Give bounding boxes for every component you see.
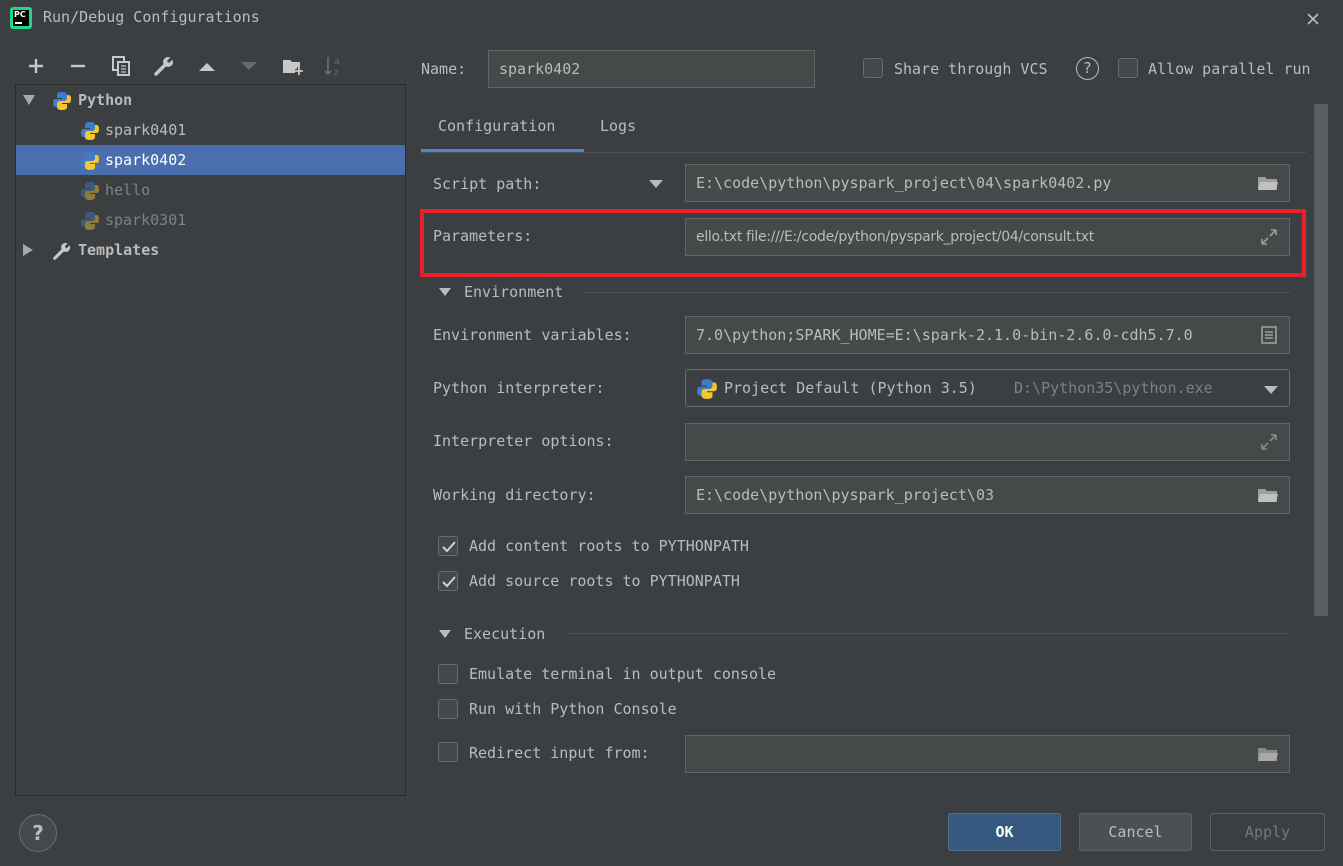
close-icon bbox=[1307, 13, 1319, 25]
svg-text:z: z bbox=[334, 68, 339, 78]
minus-icon bbox=[71, 64, 85, 68]
tree-item-label: hello bbox=[105, 181, 151, 199]
python-icon bbox=[81, 212, 99, 230]
python-icon bbox=[53, 92, 71, 110]
env-vars-label: Environment variables: bbox=[433, 326, 632, 344]
tab-configuration[interactable]: Configuration bbox=[421, 106, 584, 153]
working-dir-input[interactable]: E:\code\python\pyspark_project\03 bbox=[685, 476, 1290, 514]
arrow-up-icon bbox=[199, 63, 215, 71]
configurations-tree[interactable]: Python spark0401 spark0402 hello spark03… bbox=[15, 84, 406, 796]
dropdown-arrow-icon[interactable] bbox=[1263, 384, 1279, 396]
vcs-help-icon[interactable]: ? bbox=[1076, 57, 1099, 80]
pycharm-logo-icon: PC bbox=[10, 7, 32, 29]
emulate-terminal-label: Emulate terminal in output console bbox=[469, 665, 777, 683]
name-input[interactable]: spark0402 bbox=[488, 50, 815, 88]
interp-options-input[interactable] bbox=[685, 423, 1290, 461]
run-with-console-label: Run with Python Console bbox=[469, 700, 677, 718]
create-folder-button[interactable] bbox=[279, 52, 307, 80]
sort-alphabetically-button[interactable]: a z bbox=[320, 52, 348, 80]
cancel-button[interactable]: Cancel bbox=[1079, 813, 1192, 851]
expand-arrow-down-icon[interactable] bbox=[22, 94, 36, 106]
apply-button[interactable]: Apply bbox=[1210, 813, 1325, 851]
add-source-roots-label: Add source roots to PYTHONPATH bbox=[469, 572, 740, 590]
python-icon bbox=[81, 152, 99, 170]
tree-item-hello[interactable]: hello bbox=[16, 175, 405, 205]
name-label: Name: bbox=[421, 60, 467, 78]
move-up-button[interactable] bbox=[193, 52, 221, 80]
tree-item-spark0301[interactable]: spark0301 bbox=[16, 205, 405, 235]
svg-text:a: a bbox=[334, 57, 340, 67]
python-icon bbox=[81, 122, 99, 140]
redirect-input-label: Redirect input from: bbox=[469, 744, 650, 762]
wrench-icon bbox=[154, 55, 175, 76]
tree-item-python[interactable]: Python bbox=[16, 85, 405, 115]
script-path-label: Script path: bbox=[433, 175, 542, 193]
share-vcs-label: Share through VCS bbox=[894, 60, 1048, 78]
tree-item-templates[interactable]: Templates bbox=[16, 235, 405, 265]
section-divider bbox=[584, 292, 1290, 293]
folder-icon[interactable] bbox=[1257, 745, 1279, 763]
tree-templates-label: Templates bbox=[78, 241, 160, 259]
allow-parallel-label: Allow parallel run bbox=[1148, 60, 1311, 78]
ok-button[interactable]: OK bbox=[948, 813, 1061, 851]
tree-item-label: spark0402 bbox=[105, 151, 187, 169]
window-title: Run/Debug Configurations bbox=[43, 8, 260, 26]
add-configuration-button[interactable] bbox=[22, 52, 50, 80]
section-divider bbox=[567, 633, 1290, 634]
collapse-arrow-icon[interactable] bbox=[438, 287, 452, 297]
env-vars-input[interactable]: 7.0\python;SPARK_HOME=E:\spark-2.1.0-bin… bbox=[685, 316, 1290, 354]
emulate-terminal-checkbox[interactable] bbox=[438, 664, 458, 684]
tree-item-label: spark0401 bbox=[105, 121, 187, 139]
wrench-icon bbox=[53, 241, 72, 260]
share-vcs-checkbox[interactable] bbox=[863, 58, 883, 78]
redirect-input-field[interactable] bbox=[685, 735, 1290, 773]
tree-python-label: Python bbox=[78, 91, 133, 109]
checkmark-icon bbox=[442, 576, 456, 588]
add-content-roots-checkbox[interactable] bbox=[438, 536, 458, 556]
run-with-console-checkbox[interactable] bbox=[438, 699, 458, 719]
checkmark-icon bbox=[442, 541, 456, 553]
allow-parallel-checkbox[interactable] bbox=[1118, 58, 1138, 78]
move-down-button[interactable] bbox=[235, 52, 263, 80]
title-bar: PC Run/Debug Configurations bbox=[0, 0, 1343, 36]
tree-item-spark0401[interactable]: spark0401 bbox=[16, 115, 405, 145]
script-path-dropdown-icon[interactable] bbox=[648, 178, 664, 190]
copy-configuration-button[interactable] bbox=[107, 52, 135, 80]
script-path-input[interactable]: E:\code\python\pyspark_project\04\spark0… bbox=[685, 164, 1290, 202]
interp-options-label: Interpreter options: bbox=[433, 432, 614, 450]
folder-icon[interactable] bbox=[1257, 174, 1279, 192]
folder-add-icon bbox=[283, 60, 303, 75]
tree-item-spark0402[interactable]: spark0402 bbox=[16, 145, 405, 175]
redirect-input-checkbox[interactable] bbox=[438, 742, 458, 762]
help-button[interactable]: ? bbox=[19, 814, 57, 852]
add-source-roots-checkbox[interactable] bbox=[438, 571, 458, 591]
tree-item-label: spark0301 bbox=[105, 211, 187, 229]
tabs-divider bbox=[421, 152, 1306, 153]
close-button[interactable] bbox=[1300, 6, 1326, 32]
plus-icon bbox=[29, 59, 43, 73]
document-icon[interactable] bbox=[1259, 325, 1279, 345]
execution-section-title: Execution bbox=[464, 625, 546, 643]
collapse-arrow-icon[interactable] bbox=[438, 629, 452, 639]
python-icon bbox=[697, 379, 717, 399]
folder-icon[interactable] bbox=[1257, 486, 1279, 504]
working-dir-label: Working directory: bbox=[433, 486, 596, 504]
expand-arrow-right-icon[interactable] bbox=[20, 244, 34, 256]
interpreter-label: Python interpreter: bbox=[433, 379, 605, 397]
vertical-scrollbar[interactable] bbox=[1314, 104, 1328, 616]
add-content-roots-label: Add content roots to PYTHONPATH bbox=[469, 537, 749, 555]
python-icon bbox=[81, 182, 99, 200]
parameters-highlight-box bbox=[420, 209, 1306, 277]
arrow-down-icon bbox=[241, 62, 257, 70]
copy-icon bbox=[112, 56, 130, 76]
environment-section-title: Environment bbox=[464, 283, 564, 301]
expand-icon[interactable] bbox=[1259, 432, 1279, 452]
sort-az-icon: a z bbox=[324, 57, 340, 78]
edit-defaults-button[interactable] bbox=[150, 52, 178, 80]
remove-configuration-button[interactable] bbox=[64, 52, 92, 80]
interpreter-select[interactable]: Project Default (Python 3.5) D:\Python35… bbox=[685, 369, 1290, 407]
